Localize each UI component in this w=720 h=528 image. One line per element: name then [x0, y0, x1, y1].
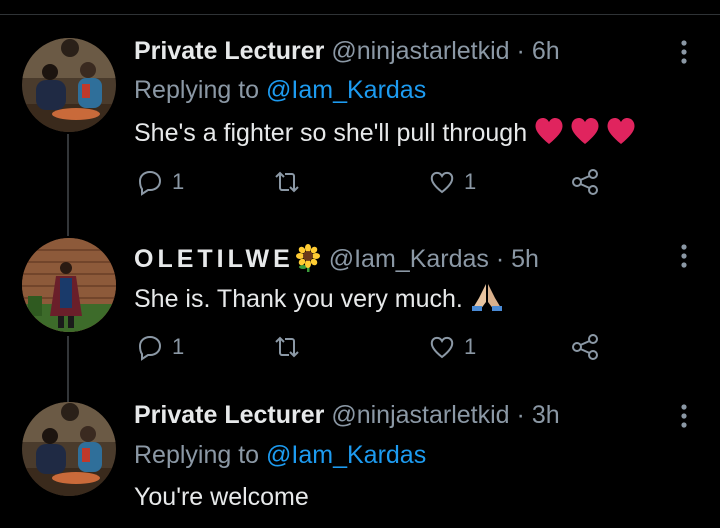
- like-count: 1: [464, 169, 477, 194]
- mention-link[interactable]: @Iam_Kardas: [266, 76, 426, 104]
- tweet[interactable]: OLETILWE @Iam_Kardas · 5h She is. Thank …: [0, 230, 720, 390]
- user-handle[interactable]: @ninjastarletkid: [331, 37, 509, 65]
- display-name[interactable]: Private Lecturer: [134, 37, 324, 65]
- retweet-icon: [272, 168, 302, 196]
- replying-to: Replying to @Iam_Kardas: [134, 75, 426, 105]
- retweet-button[interactable]: [272, 165, 310, 199]
- timestamp[interactable]: 3h: [532, 401, 560, 429]
- more-options-icon[interactable]: [676, 242, 692, 270]
- more-options-icon[interactable]: [676, 402, 692, 430]
- tweet-text-content: You're welcome: [134, 483, 309, 511]
- user-handle[interactable]: @ninjastarletkid: [331, 401, 509, 429]
- timestamp[interactable]: 5h: [511, 245, 539, 273]
- separator: ·: [495, 245, 505, 273]
- like-button[interactable]: 1: [428, 165, 476, 199]
- avatar[interactable]: [22, 38, 116, 132]
- tweet-text: She is. Thank you very much.: [134, 282, 504, 319]
- replying-prefix: Replying to: [134, 76, 260, 104]
- replying-to: Replying to @Iam_Kardas: [134, 440, 426, 470]
- retweet-icon: [272, 333, 302, 361]
- more-options-icon[interactable]: [676, 38, 692, 66]
- tweet-header: OLETILWE @Iam_Kardas · 5h: [134, 244, 539, 279]
- tweet[interactable]: Private Lecturer @ninjastarletkid · 6h R…: [0, 0, 720, 230]
- like-button[interactable]: 1: [428, 330, 476, 364]
- user-handle[interactable]: @Iam_Kardas: [329, 245, 489, 273]
- share-button[interactable]: [570, 330, 600, 364]
- tweet-text: You're welcome: [134, 482, 309, 512]
- display-name[interactable]: Private Lecturer: [134, 401, 324, 429]
- tweet-header: Private Lecturer @ninjastarletkid · 6h: [134, 36, 560, 66]
- reply-count: 1: [172, 334, 185, 359]
- tweet-actions: 1 1: [134, 165, 614, 199]
- separator: ·: [516, 401, 525, 429]
- display-name[interactable]: OLETILWE: [134, 245, 294, 273]
- folded-hands-emoji: [470, 282, 504, 319]
- tweet-text: She's a fighter so she'll pull through: [134, 116, 636, 153]
- mention-link[interactable]: @Iam_Kardas: [266, 441, 426, 469]
- tweet-text-content: She is. Thank you very much.: [134, 285, 463, 313]
- tweet-text-content: She's a fighter so she'll pull through: [134, 119, 528, 147]
- share-icon: [570, 168, 600, 196]
- reply-icon: [136, 168, 164, 196]
- tweet-actions: 1 1: [134, 330, 614, 364]
- avatar-image: [22, 402, 116, 496]
- share-button[interactable]: [570, 165, 600, 199]
- like-count: 1: [464, 334, 477, 359]
- reply-button[interactable]: 1: [136, 330, 184, 364]
- avatar[interactable]: [22, 402, 116, 496]
- timestamp[interactable]: 6h: [532, 37, 560, 65]
- separator: ·: [516, 37, 525, 65]
- replying-prefix: Replying to: [134, 441, 260, 469]
- reply-icon: [136, 333, 164, 361]
- red-heart-emoji: [534, 116, 636, 153]
- tweet[interactable]: Private Lecturer @ninjastarletkid · 3h R…: [0, 390, 720, 528]
- share-icon: [570, 333, 600, 361]
- avatar-image: [22, 238, 116, 332]
- like-icon: [428, 168, 456, 196]
- reply-button[interactable]: 1: [136, 165, 184, 199]
- reply-count: 1: [172, 169, 185, 194]
- avatar-image: [22, 38, 116, 132]
- tweet-header: Private Lecturer @ninjastarletkid · 3h: [134, 400, 560, 430]
- sunflower-emoji: [294, 244, 322, 279]
- like-icon: [428, 333, 456, 361]
- retweet-button[interactable]: [272, 330, 310, 364]
- avatar[interactable]: [22, 238, 116, 332]
